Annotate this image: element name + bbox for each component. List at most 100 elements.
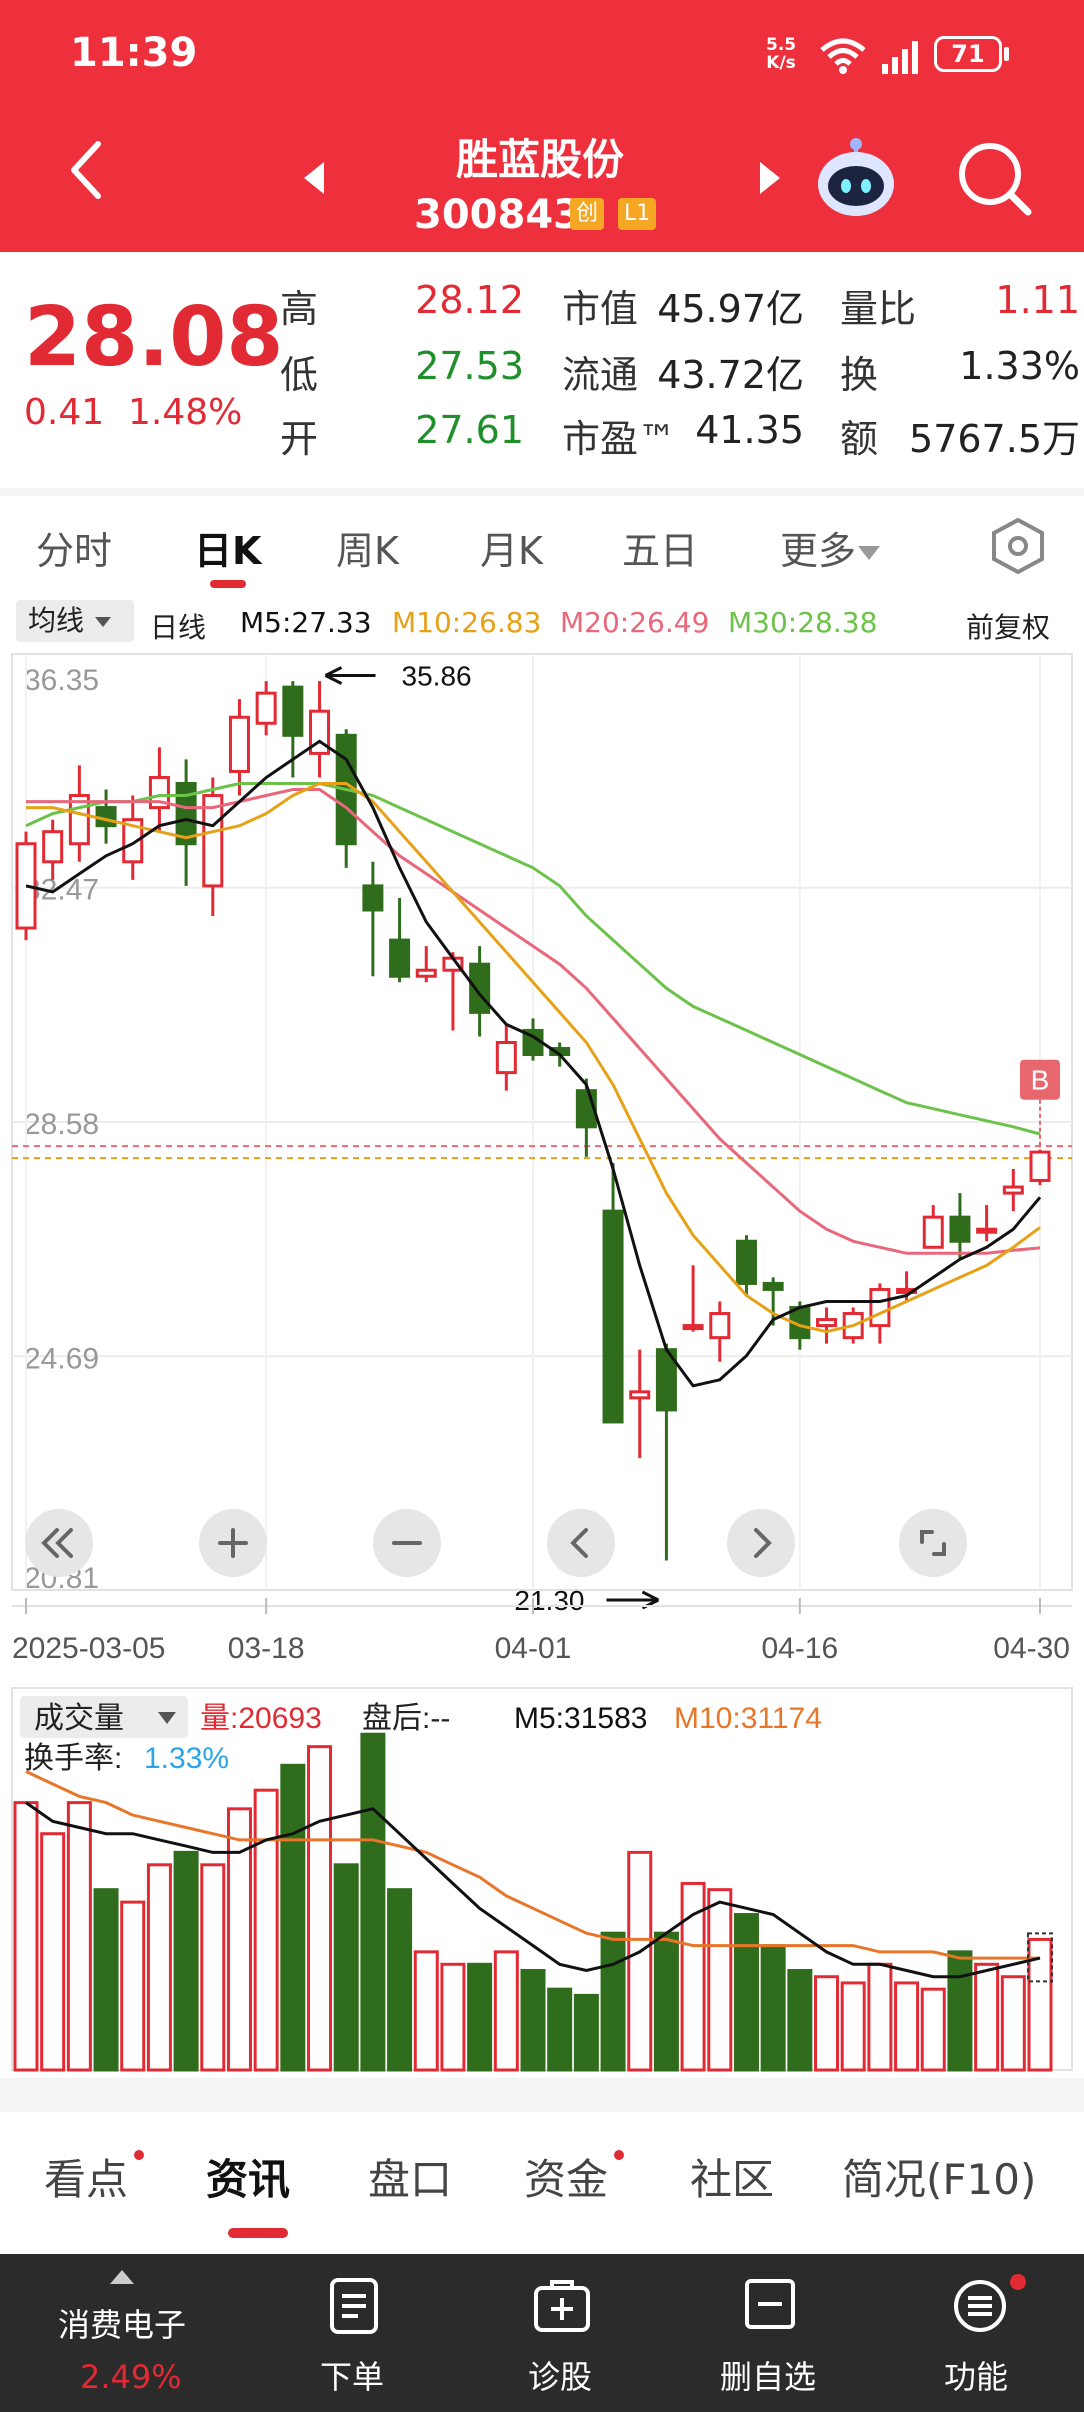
candle-body [42, 830, 64, 864]
zoom-in-button[interactable] [198, 1508, 268, 1578]
candle-body [869, 1287, 891, 1328]
volume-bar [547, 1987, 573, 2072]
caret-up-icon [110, 2270, 134, 2284]
remove-watchlist-button[interactable]: 删自选 [712, 2254, 832, 2412]
next-stock-icon[interactable] [756, 160, 784, 196]
volume-bar [653, 1931, 679, 2072]
volume-bar [627, 1850, 653, 2072]
volume-bar [93, 1888, 119, 2072]
open-value: 27.61 [415, 408, 524, 452]
zoom-out-button[interactable] [372, 1508, 442, 1578]
scroll-right-button[interactable] [726, 1508, 796, 1578]
prev-stock-icon[interactable] [300, 160, 328, 196]
time-axis-tick: 2025-03-05 [12, 1632, 165, 1665]
turnover-rate-value: 1.33% [144, 1742, 229, 1775]
function-button[interactable]: 功能 [920, 2254, 1040, 2412]
tab-community[interactable]: 社区 [690, 2146, 774, 2207]
ma20-legend: M20:26.49 [560, 606, 710, 639]
function-notify-dot [1010, 2274, 1026, 2290]
bottom-dock: 消费电子 2.49% 下单 诊股 删自选 功能 [0, 2254, 1084, 2412]
volume-bar [280, 1763, 306, 2072]
volume-bar [440, 1962, 466, 2072]
volume-ma5: M5:31583 [514, 1702, 647, 1735]
ma-legend-row: 均线 日线 M5:27.33 M10:26.83 M20:26.49 M30:2… [0, 596, 1084, 648]
mktcap-value: 45.97亿 [657, 287, 804, 331]
volume-bar [840, 1981, 866, 2072]
ma30-legend: M30:28.38 [728, 606, 878, 639]
amount-label: 额 [840, 417, 879, 461]
candle-body [602, 1209, 624, 1424]
after-hours-value: 盘后:-- [362, 1702, 450, 1735]
tab-order-book[interactable]: 盘口 [368, 2146, 452, 2207]
back-icon[interactable] [66, 140, 106, 200]
volume-bar [360, 1732, 386, 2072]
status-time: 11:39 [70, 30, 198, 76]
wifi-icon [820, 38, 866, 74]
volume-bar [733, 1913, 759, 2072]
volume-bar [947, 1950, 973, 2072]
tab-intraday[interactable]: 分时 [36, 520, 112, 575]
scroll-left-button[interactable] [546, 1508, 616, 1578]
tab-five-day[interactable]: 五日 [622, 520, 698, 575]
tab-fund-flow[interactable]: 资金 [524, 2146, 608, 2207]
gem-badge: 创 [570, 198, 605, 230]
kline-chart[interactable]: 36.3532.4728.5824.6920.8135.8621.30B2025… [0, 648, 1084, 2078]
diagnose-icon [534, 2280, 590, 2332]
volume-title: 成交量 [34, 1702, 124, 1735]
pe-value: 41.35 [695, 408, 804, 452]
ma10-legend: M10:26.83 [392, 606, 542, 639]
tab-daily-k[interactable]: 日K [194, 520, 261, 575]
volume-value: 量:20693 [200, 1702, 322, 1735]
float-label: 流通 [562, 353, 639, 397]
caret-down-icon [858, 546, 881, 560]
tab-highlights[interactable]: 看点 [44, 2146, 128, 2207]
robot-assistant-icon[interactable] [814, 136, 898, 220]
high-value: 28.12 [415, 278, 524, 322]
quote-panel: 28.08 0.41 1.48% 高 28.12 低 27.53 开 27.61… [0, 252, 1084, 488]
stock-name: 胜蓝股份 [455, 135, 624, 184]
volume-bar [894, 1981, 920, 2072]
time-axis-tick: 04-16 [761, 1632, 838, 1665]
time-axis-tick: 04-01 [495, 1632, 572, 1665]
volume-bar [600, 1931, 626, 2072]
diagnose-button[interactable]: 诊股 [508, 2254, 618, 2412]
time-axis-tick: 03-18 [228, 1632, 305, 1665]
candle-body [735, 1239, 757, 1285]
turnover-value: 1.33% [959, 344, 1080, 388]
tab-news[interactable]: 资讯 [206, 2146, 290, 2207]
candle-body [415, 968, 437, 978]
candle-body [629, 1390, 651, 1400]
tab-monthly-k[interactable]: 月K [480, 520, 543, 575]
order-label: 下单 [320, 2358, 385, 2396]
volratio-value: 1.11 [995, 278, 1080, 322]
volume-bar [253, 1788, 279, 2072]
search-icon[interactable] [956, 140, 1036, 220]
info-tabs: 看点 资讯 盘口 资金 社区 简况(F10) [0, 2112, 1084, 2254]
adjust-mode[interactable]: 前复权 [966, 606, 1050, 646]
tab-more[interactable]: 更多 [780, 520, 882, 575]
active-info-tab-indicator [228, 2228, 288, 2238]
settings-hexagon-icon[interactable] [990, 516, 1046, 576]
fullscreen-button[interactable] [898, 1508, 968, 1578]
tab-weekly-k[interactable]: 周K [336, 520, 399, 575]
ma5-legend: M5:27.33 [240, 606, 372, 639]
volume-bar [13, 1801, 39, 2072]
candle-body [495, 1040, 517, 1075]
volume-bar [520, 1969, 546, 2072]
order-button[interactable]: 下单 [300, 2254, 410, 2412]
volume-bar [467, 1962, 493, 2072]
pe-label: 市盈™ [562, 417, 677, 461]
price-axis-tick: 28.58 [24, 1108, 99, 1141]
volume-bar [787, 1969, 813, 2072]
indicator-select[interactable]: 均线 [16, 600, 134, 642]
turnover-label: 换 [840, 353, 879, 397]
sector-button[interactable]: 消费电子 2.49% [0, 2254, 250, 2412]
candle-body [1029, 1150, 1051, 1182]
tab-f10[interactable]: 简况(F10) [842, 2146, 1036, 2207]
net-speed: 5.5 K/s [766, 36, 796, 72]
battery-icon: 71 [934, 36, 1002, 72]
candle-body [922, 1215, 944, 1249]
fund-flow-notify-dot [614, 2150, 624, 2160]
rewind-button[interactable] [24, 1508, 94, 1578]
low-marker-label: 21.30 [514, 1585, 584, 1616]
